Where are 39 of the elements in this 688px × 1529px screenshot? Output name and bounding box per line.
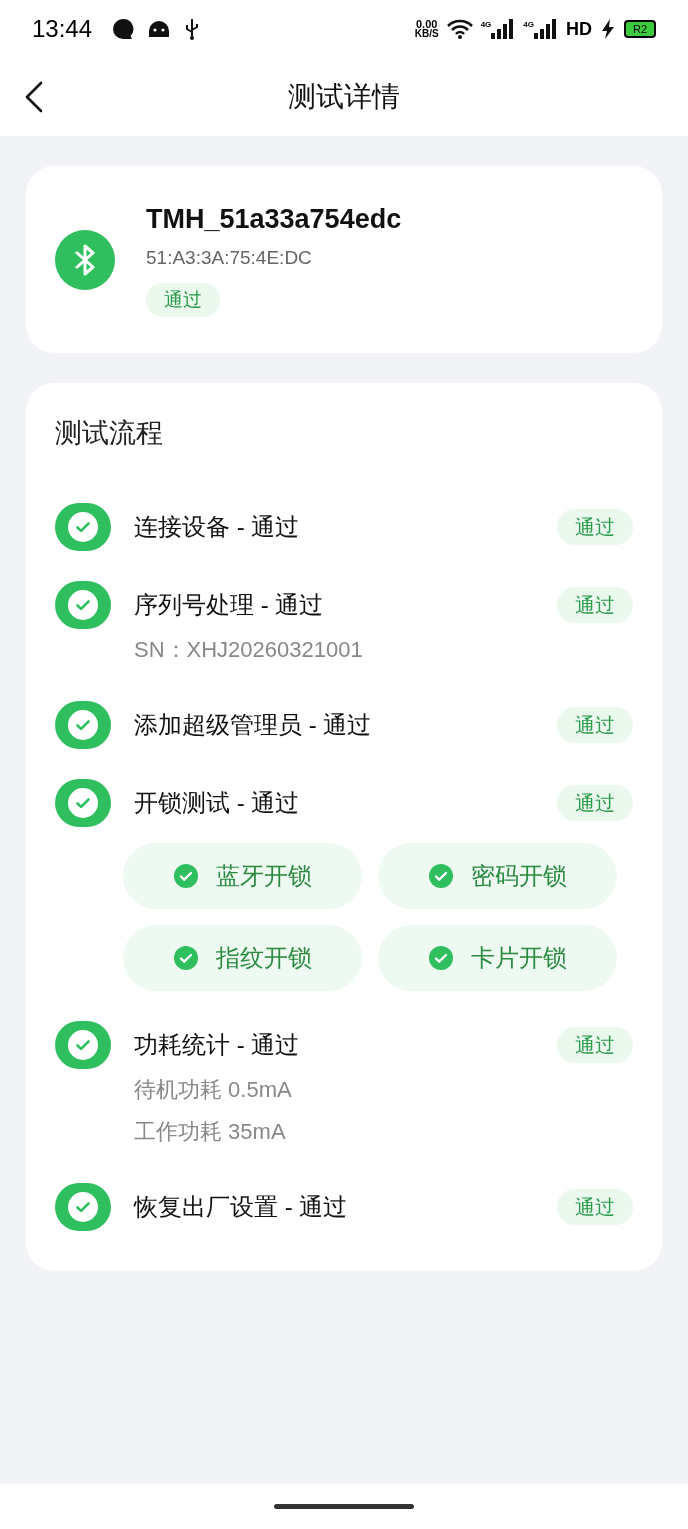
mac-address: 51:A3:3A:75:4E:DC — [146, 246, 312, 271]
unlock-label: 卡片开锁 — [470, 943, 567, 973]
status-badge: 通过 — [557, 1189, 633, 1225]
android-icon — [148, 21, 171, 37]
network-type: 4G — [480, 19, 492, 31]
unlock-label: 蓝牙开锁 — [215, 861, 312, 891]
status-badge: 通过 — [557, 707, 633, 743]
home-handle[interactable] — [274, 1504, 414, 1509]
network-speed: 0.00 KB/S — [414, 19, 439, 39]
step-title: 开锁测试 - 通过 — [134, 788, 300, 818]
battery-icon: R2 — [624, 20, 656, 38]
signal-icon — [491, 19, 516, 39]
page-title: 测试详情 — [288, 80, 400, 114]
chat-icon — [112, 18, 135, 40]
hd-label: HD — [566, 17, 592, 41]
wifi-icon — [446, 19, 473, 39]
step-title: 序列号处理 - 通过 — [134, 590, 324, 620]
clock: 13:44 — [32, 14, 93, 44]
status-badge: 通过 — [146, 282, 220, 317]
step-detail: 工作功耗 35mA — [134, 1118, 287, 1146]
step-detail: SN：XHJ20260321001 — [134, 636, 364, 664]
device-name: TMH_51a33a754edc — [146, 203, 402, 237]
status-badge: 通过 — [557, 785, 633, 821]
step-detail: 待机功耗 0.5mA — [134, 1076, 293, 1104]
back-icon[interactable] — [24, 81, 44, 113]
unlock-label: 密码开锁 — [470, 861, 567, 891]
status-badge: 通过 — [557, 1027, 633, 1063]
status-badge: 通过 — [557, 509, 633, 545]
network-type: 4G — [523, 19, 534, 31]
status-badge: 通过 — [557, 587, 633, 623]
step-title: 添加超级管理员 - 通过 — [134, 710, 372, 740]
usb-icon — [184, 18, 201, 40]
step-title: 恢复出厂设置 - 通过 — [134, 1192, 348, 1222]
charging-icon — [602, 19, 614, 39]
step-title: 连接设备 - 通过 — [134, 512, 300, 542]
signal-icon — [534, 19, 558, 39]
section-title: 测试流程 — [55, 417, 164, 450]
unlock-label: 指纹开锁 — [215, 943, 312, 973]
step-title: 功耗统计 - 通过 — [134, 1030, 300, 1060]
